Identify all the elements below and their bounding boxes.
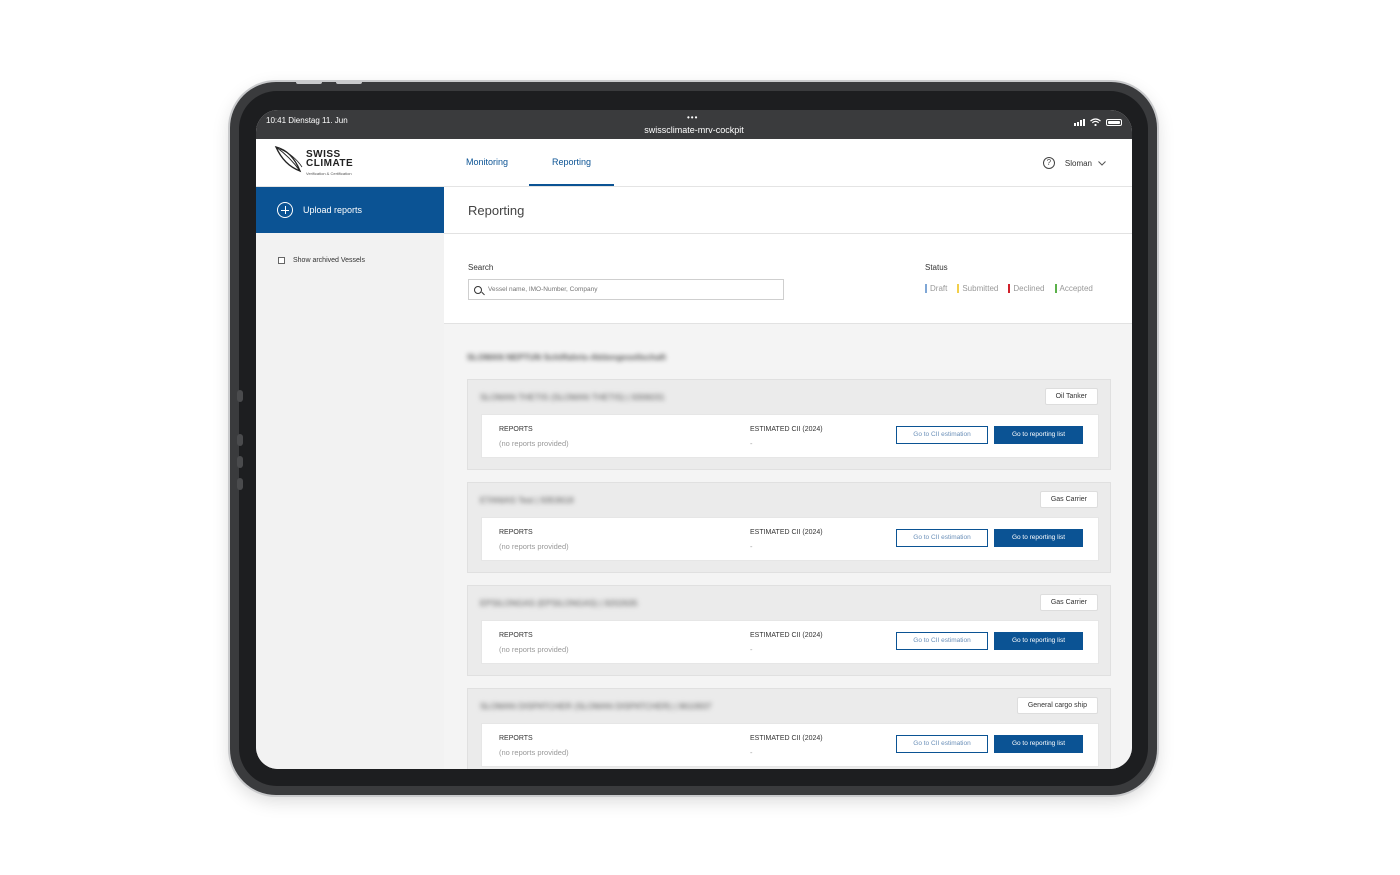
vessel-type-badge: Oil Tanker [1044,388,1098,405]
cii-estimation-button[interactable]: Go to CII estimation [896,632,988,650]
vessel-type-badge: General cargo ship [1016,697,1098,714]
vessel-type-badge: Gas Carrier [1039,491,1098,508]
cii-estimation-button[interactable]: Go to CII estimation [896,426,988,444]
cii-value: - [750,645,753,654]
vessel-type-badge: Gas Carrier [1039,594,1098,611]
vessel-card-body: REPORTS (no reports provided) ESTIMATED … [481,414,1099,458]
upload-reports-label: Upload reports [303,205,363,215]
logo-tagline: Verification & Certification [306,171,352,176]
plus-circle-icon [277,202,293,218]
vessel-card: SLOMAN DISPATCHER (SLOMAN DISPATCHER) | … [467,688,1111,769]
tablet-side-button [237,434,243,446]
cii-label: ESTIMATED CII (2024) [750,735,823,742]
status-time: 10:41 Dienstag 11. Jun [266,116,348,125]
reports-value: (no reports provided) [499,748,569,757]
cii-estimation-button[interactable]: Go to CII estimation [896,735,988,753]
vessel-name: ETANIAS Test | 9353618 [480,495,574,505]
tablet-top-button [336,80,362,84]
status-icons [1074,118,1122,126]
vessel-card: EPSILONGAS (EPSILONGAS) | 9202635 Gas Ca… [467,585,1111,676]
show-archived-label: Show archived Vessels [293,257,365,264]
chevron-down-icon [1098,160,1106,166]
cii-label: ESTIMATED CII (2024) [750,426,823,433]
status-legend: Draft Submitted Declined Accepted [925,284,1093,293]
browser-url[interactable]: swissclimate-mrv-cockpit [256,125,1132,135]
cii-label: ESTIMATED CII (2024) [750,632,823,639]
main-content: Reporting Search Status Draft Submitted … [444,187,1132,769]
status-declined: Declined [1008,284,1045,293]
tab-monitoring[interactable]: Monitoring [456,139,518,186]
company-name: SLOMAN NEPTUN Schiffahrts-Aktiengesellsc… [467,352,666,362]
battery-icon [1106,119,1122,126]
cii-label: ESTIMATED CII (2024) [750,529,823,536]
vessel-card: ETANIAS Test | 9353618 Gas Carrier REPOR… [467,482,1111,573]
swiss-climate-logo[interactable]: SWISS CLIMATE Verification & Certificati… [274,145,384,181]
upload-reports-button[interactable]: Upload reports [256,187,444,233]
tab-reporting[interactable]: Reporting [529,139,614,186]
browser-menu-dots[interactable]: ••• [687,113,698,122]
reports-label: REPORTS [499,735,533,742]
page-title-bar: Reporting [444,187,1132,234]
wifi-icon [1090,118,1101,126]
reports-value: (no reports provided) [499,645,569,654]
reports-label: REPORTS [499,632,533,639]
search-icon [474,285,482,294]
reports-value: (no reports provided) [499,439,569,448]
top-header: SWISS CLIMATE Verification & Certificati… [256,139,1132,187]
status-accepted: Accepted [1054,284,1093,293]
logo-text-climate: CLIMATE [306,158,354,169]
search-input[interactable] [488,286,768,293]
reporting-list-button[interactable]: Go to reporting list [994,632,1083,650]
search-box[interactable] [468,279,784,300]
page-title: Reporting [468,203,525,218]
reports-label: REPORTS [499,529,533,536]
reporting-list-button[interactable]: Go to reporting list [994,529,1083,547]
search-label: Search [468,263,494,272]
status-submitted: Submitted [957,284,998,293]
cii-value: - [750,542,753,551]
reports-label: REPORTS [499,426,533,433]
status-label: Status [925,263,948,272]
show-archived-checkbox[interactable] [278,257,285,264]
help-icon[interactable]: ? [1042,157,1055,169]
sidebar: Upload reports Show archived Vessels [256,187,444,769]
app-screen: 10:41 Dienstag 11. Jun ••• swissclimate-… [256,110,1132,769]
filter-bar: Search Status Draft Submitted Declined A… [444,234,1132,324]
tablet-side-button [237,478,243,490]
vessel-name: SLOMAN THETIS (SLOMAN THETIS) | 9306031 [480,392,665,402]
tablet-side-button [237,390,243,402]
user-menu[interactable]: ? Sloman [1042,157,1106,169]
leaf-logo-icon [274,145,303,173]
cii-value: - [750,439,753,448]
vessel-card-body: REPORTS (no reports provided) ESTIMATED … [481,723,1099,767]
show-archived-toggle[interactable]: Show archived Vessels [278,257,365,264]
user-name: Sloman [1064,158,1092,168]
vessel-card: SLOMAN THETIS (SLOMAN THETIS) | 9306031 … [467,379,1111,470]
reporting-list-button[interactable]: Go to reporting list [994,426,1083,444]
vessel-name: SLOMAN DISPATCHER (SLOMAN DISPATCHER) | … [480,701,712,711]
vessel-card-body: REPORTS (no reports provided) ESTIMATED … [481,517,1099,561]
signal-icon [1074,119,1085,126]
reporting-list-button[interactable]: Go to reporting list [994,735,1083,753]
cii-estimation-button[interactable]: Go to CII estimation [896,529,988,547]
status-draft: Draft [925,284,947,293]
cii-value: - [750,748,753,757]
tablet-side-button [237,456,243,468]
reports-value: (no reports provided) [499,542,569,551]
tablet-top-button [296,80,322,84]
status-bar: 10:41 Dienstag 11. Jun ••• swissclimate-… [256,110,1132,139]
vessel-name: EPSILONGAS (EPSILONGAS) | 9202635 [480,598,638,608]
vessel-card-body: REPORTS (no reports provided) ESTIMATED … [481,620,1099,664]
